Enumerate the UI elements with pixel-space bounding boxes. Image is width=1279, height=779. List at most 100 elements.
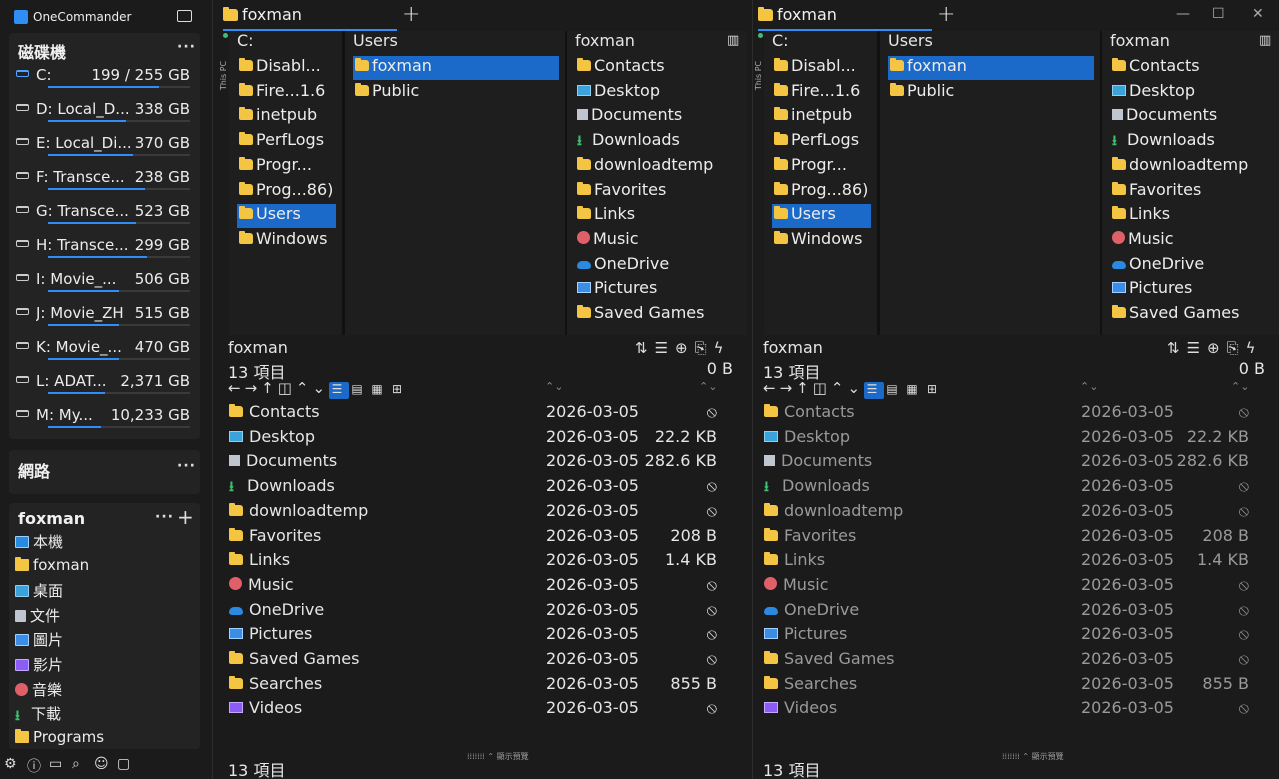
file-row[interactable]: ⭳ Downloads 2026-03-05 ⦸ xyxy=(762,476,1271,500)
date-sort-icon[interactable]: ⌃⌄ xyxy=(1080,380,1098,393)
detail-view-icon[interactable]: ▤ xyxy=(884,382,904,399)
lightning-icon[interactable]: ϟ xyxy=(714,339,731,357)
column-item[interactable]: Disabl... xyxy=(772,56,856,80)
column-item[interactable]: Desktop xyxy=(575,81,660,105)
column-item[interactable]: Windows xyxy=(772,229,862,253)
column-item[interactable]: Prog...86) xyxy=(237,180,333,204)
add-icon[interactable]: ⊕ xyxy=(1207,339,1227,357)
column-item[interactable]: Public xyxy=(353,81,419,105)
file-row[interactable]: Desktop 2026-03-05 22.2 KB xyxy=(762,427,1271,451)
new-window-icon[interactable] xyxy=(177,10,192,22)
panel-icon[interactable]: ▭ xyxy=(49,756,62,772)
column-item[interactable]: Pictures xyxy=(575,278,657,302)
drive-item[interactable]: E: Local_Di... 370 GB xyxy=(9,129,200,163)
info-icon[interactable]: ⓘ xyxy=(27,756,41,776)
drive-item[interactable]: H: Transce... 299 GB xyxy=(9,231,200,265)
search-icon[interactable]: ⌕ xyxy=(72,756,80,772)
drive-item[interactable]: I: Movie_... 506 GB xyxy=(9,265,200,299)
column-item[interactable]: Music xyxy=(575,229,639,253)
drive-item[interactable]: C: 199 / 255 GB xyxy=(9,61,200,95)
size-sort-icon[interactable]: ⌃⌄ xyxy=(699,380,717,393)
minimize-icon[interactable]: — xyxy=(1176,6,1190,22)
column-item[interactable]: downloadtemp xyxy=(575,155,713,179)
sidebar-nav-item[interactable]: ⭳ 下載 xyxy=(15,703,61,727)
column-item[interactable]: Progr... xyxy=(772,155,847,179)
sidebar-nav-item[interactable]: 桌面 xyxy=(15,580,63,604)
file-row[interactable]: Videos 2026-03-05 ⦸ xyxy=(762,698,1271,722)
column-item[interactable]: PerfLogs xyxy=(237,130,324,154)
lightning-icon[interactable]: ϟ xyxy=(1246,339,1263,357)
file-row[interactable]: Videos 2026-03-05 ⦸ xyxy=(227,698,739,722)
settings-icon[interactable]: ⚙ xyxy=(4,756,17,772)
grid-view-icon[interactable]: ⊞ xyxy=(389,382,409,399)
back-icon[interactable]: ← xyxy=(763,379,780,397)
sidebar-nav-item[interactable]: 圖片 xyxy=(15,629,63,653)
column-item[interactable]: foxman xyxy=(888,56,1094,80)
column-item[interactable]: ⭳ Downloads xyxy=(1110,130,1215,154)
size-sort-icon[interactable]: ⌃⌄ xyxy=(1231,380,1249,393)
new-tab-icon[interactable]: + xyxy=(937,2,955,27)
up-icon[interactable]: ↑ xyxy=(261,379,278,397)
file-row[interactable]: Documents 2026-03-05 282.6 KB xyxy=(762,451,1271,475)
file-row[interactable]: OneDrive 2026-03-05 ⦸ xyxy=(762,600,1271,624)
details-icon[interactable]: ☰ xyxy=(1187,339,1207,357)
drive-item[interactable]: G: Transce... 523 GB xyxy=(9,197,200,231)
this-pc-strip[interactable]: This PC xyxy=(754,31,764,335)
column-item[interactable]: Public xyxy=(888,81,954,105)
file-row[interactable]: Favorites 2026-03-05 208 B xyxy=(762,526,1271,550)
back-icon[interactable]: ← xyxy=(228,379,245,397)
column-item[interactable]: OneDrive xyxy=(575,254,669,278)
drive-item[interactable]: M: My... 10,233 GB xyxy=(9,401,200,435)
drive-item[interactable]: J: Movie_ZH 515 GB xyxy=(9,299,200,333)
file-row[interactable]: Contacts 2026-03-05 ⦸ xyxy=(762,402,1271,426)
column-item[interactable]: inetpub xyxy=(772,105,852,129)
up-icon[interactable]: ↑ xyxy=(796,379,813,397)
collapse-icon[interactable]: ⌃⌄ xyxy=(296,379,329,397)
column-item[interactable]: ⭳ Downloads xyxy=(575,130,680,154)
file-row[interactable]: Desktop 2026-03-05 22.2 KB xyxy=(227,427,739,451)
file-row[interactable]: Saved Games 2026-03-05 ⦸ xyxy=(227,649,739,673)
this-pc-strip[interactable]: This PC xyxy=(219,31,229,335)
tab-foxman[interactable]: foxman xyxy=(758,5,932,31)
column-item[interactable]: foxman xyxy=(353,56,559,80)
clipboard-icon[interactable]: ⎘ xyxy=(1227,339,1246,357)
file-row[interactable]: Music 2026-03-05 ⦸ xyxy=(227,575,739,599)
preview-toggle[interactable]: ⁞⁞⁞⁞⁞⁞⁞ ⌃ 顯示預覽 xyxy=(467,751,529,762)
column-item[interactable]: Disabl... xyxy=(237,56,321,80)
column-item[interactable]: Music xyxy=(1110,229,1174,253)
user-icon[interactable]: ☺ xyxy=(94,756,109,772)
column-item[interactable]: Links xyxy=(1110,204,1170,228)
column-item[interactable]: Fire...1.6 xyxy=(772,81,860,105)
detail-view-icon[interactable]: ▤ xyxy=(349,382,369,399)
file-row[interactable]: Searches 2026-03-05 855 B xyxy=(762,674,1271,698)
preview-toggle[interactable]: ⁞⁞⁞⁞⁞⁞⁞ ⌃ 顯示預覽 xyxy=(1002,751,1064,762)
sidebar-nav-item[interactable]: 本機 xyxy=(15,531,63,555)
forward-icon[interactable]: → xyxy=(780,379,797,397)
history-icon[interactable]: ◫ xyxy=(278,379,296,397)
history-icon[interactable]: ◫ xyxy=(813,379,831,397)
new-tab-icon[interactable]: + xyxy=(402,2,420,27)
column-item[interactable]: downloadtemp xyxy=(1110,155,1248,179)
column-item[interactable]: Prog...86) xyxy=(772,180,868,204)
chat-icon[interactable]: ▢ xyxy=(117,756,130,772)
file-row[interactable]: Favorites 2026-03-05 208 B xyxy=(227,526,739,550)
file-row[interactable]: Searches 2026-03-05 855 B xyxy=(227,674,739,698)
columns-view-icon[interactable]: ▥ xyxy=(1259,33,1271,48)
sidebar-nav-item[interactable]: 文件 xyxy=(15,605,60,629)
column-item[interactable]: Users xyxy=(772,204,871,229)
file-row[interactable]: Saved Games 2026-03-05 ⦸ xyxy=(762,649,1271,673)
column-item[interactable]: OneDrive xyxy=(1110,254,1204,278)
column-item[interactable]: Desktop xyxy=(1110,81,1195,105)
column-item[interactable]: PerfLogs xyxy=(772,130,859,154)
file-row[interactable]: Contacts 2026-03-05 ⦸ xyxy=(227,402,739,426)
column-item[interactable]: Links xyxy=(575,204,635,228)
date-sort-icon[interactable]: ⌃⌄ xyxy=(545,380,563,393)
forward-icon[interactable]: → xyxy=(245,379,262,397)
drive-item[interactable]: F: Transce... 238 GB xyxy=(9,163,200,197)
column-item[interactable]: Users xyxy=(237,204,336,229)
column-item[interactable]: Saved Games xyxy=(1110,303,1239,327)
maximize-icon[interactable]: ☐ xyxy=(1212,6,1225,22)
sort-icon[interactable]: ⇅ xyxy=(1167,339,1187,357)
file-row[interactable]: OneDrive 2026-03-05 ⦸ xyxy=(227,600,739,624)
drive-item[interactable]: D: Local_D... 338 GB xyxy=(9,95,200,129)
